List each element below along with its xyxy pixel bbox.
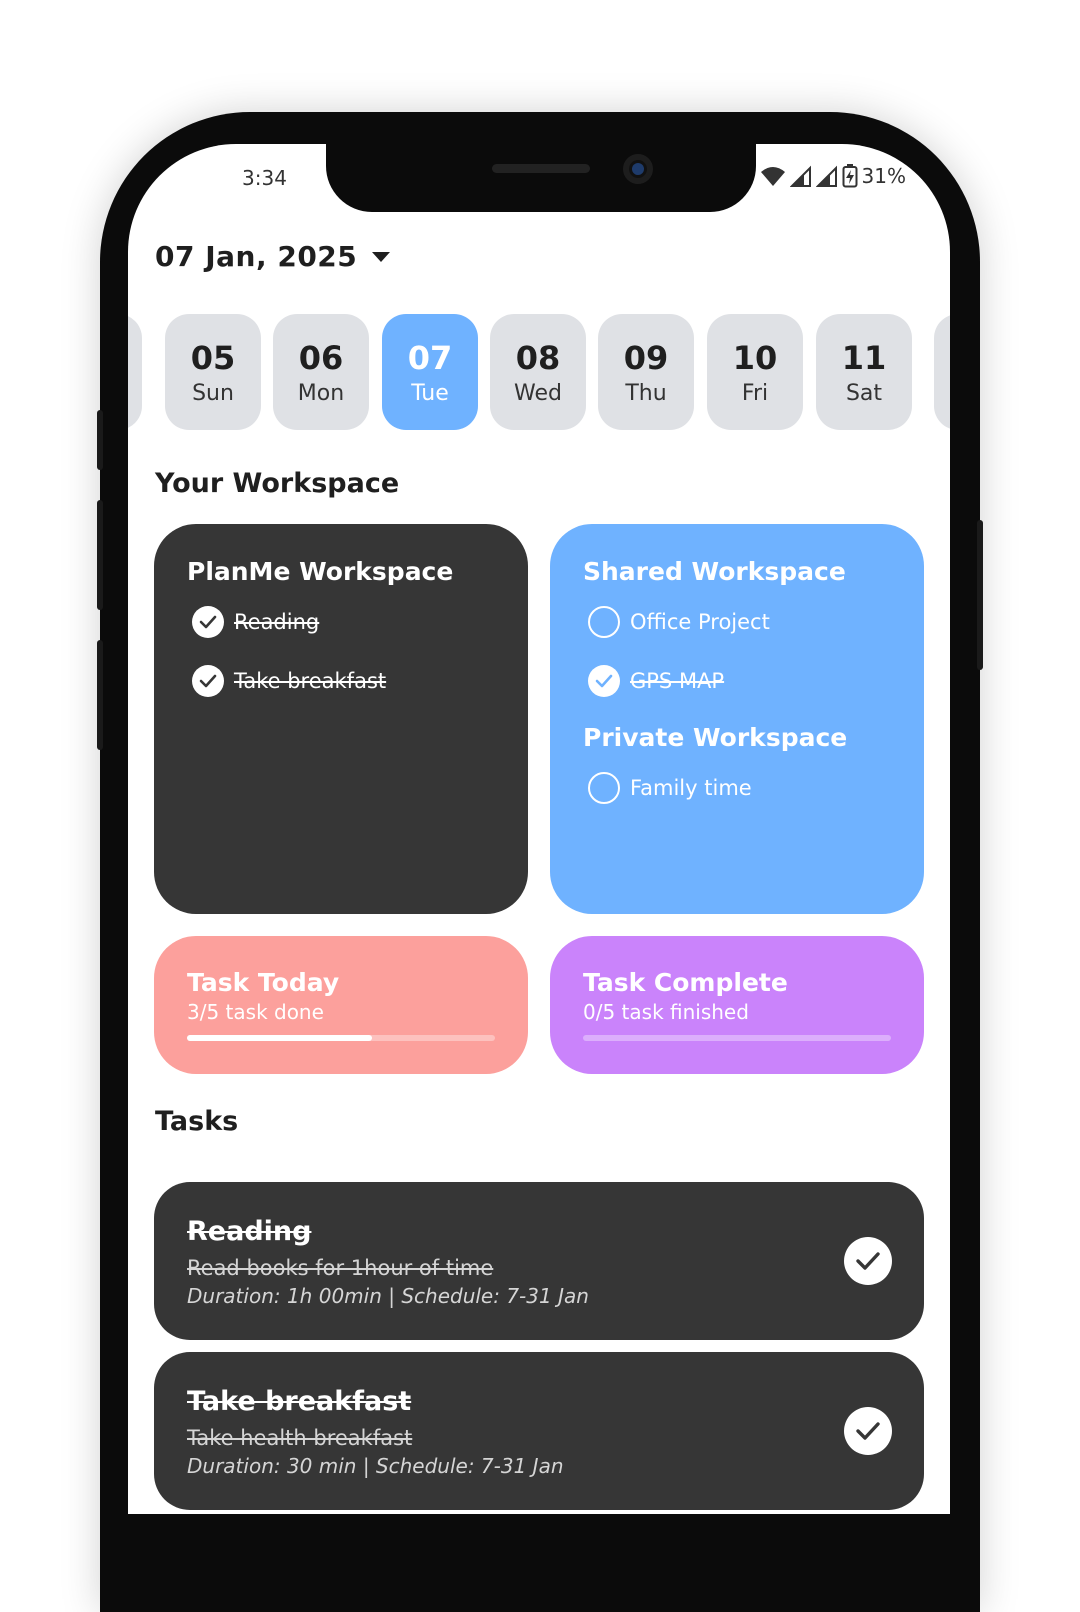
check-circle-icon[interactable] (844, 1407, 892, 1455)
stat-subtitle: 0/5 task finished (583, 1000, 749, 1024)
signal-icon (789, 165, 811, 187)
check-circle-icon[interactable] (192, 606, 224, 638)
day-name: Mon (297, 380, 345, 406)
progress-bar (187, 1035, 495, 1041)
phone-side-button (97, 500, 103, 610)
progress-fill (187, 1035, 372, 1041)
day-chip-partial[interactable] (128, 314, 142, 430)
progress-bar (583, 1035, 891, 1041)
screen: 3:34 31% 07 Jan, 2025 05 Sun 06 Mon 07 T… (128, 144, 950, 1514)
tasks-section-title: Tasks (155, 1106, 239, 1137)
battery-percent: 31% (861, 164, 906, 188)
day-number: 11 (841, 338, 887, 377)
phone-side-button (97, 410, 103, 470)
day-number: 07 (407, 338, 453, 377)
task-label: Office Project (630, 610, 770, 634)
day-chip[interactable]: 10 Fri (707, 314, 803, 430)
task-label: Reading (234, 610, 320, 634)
task-title: Reading (187, 1216, 312, 1247)
status-time: 3:34 (242, 166, 287, 190)
day-chip-partial[interactable] (934, 314, 950, 430)
task-meta: Duration: 30 min | Schedule: 7-31 Jan (187, 1454, 564, 1478)
workspace-task[interactable]: Take breakfast (192, 665, 386, 697)
phone-side-button (97, 640, 103, 750)
task-label: Family time (630, 776, 752, 800)
workspace-title: PlanMe Workspace (187, 557, 454, 586)
day-name: Wed (514, 380, 562, 406)
task-complete-card[interactable]: Task Complete 0/5 task finished (550, 936, 924, 1074)
workspace-task[interactable]: Office Project (588, 606, 770, 638)
day-chip[interactable]: 11 Sat (816, 314, 912, 430)
day-number: 05 (190, 338, 236, 377)
shared-workspace-card[interactable]: Shared Workspace Office Project GPS MAP … (550, 524, 924, 914)
task-description: Read books for 1hour of time (187, 1256, 494, 1280)
day-number: 08 (515, 338, 561, 377)
day-chip[interactable]: 08 Wed (490, 314, 586, 430)
workspace-title: Private Workspace (583, 723, 848, 752)
caret-down-icon (372, 251, 391, 262)
task-description: Take health breakfast (187, 1426, 413, 1450)
day-number: 09 (623, 338, 669, 377)
workspace-section-title: Your Workspace (155, 468, 400, 499)
signal-icon (815, 165, 837, 187)
task-card[interactable]: Reading Read books for 1hour of time Dur… (154, 1182, 924, 1340)
day-chip[interactable]: 09 Thu (598, 314, 694, 430)
task-label: Take breakfast (234, 669, 387, 693)
day-chip[interactable]: 06 Mon (273, 314, 369, 430)
phone-power-button (977, 520, 983, 670)
empty-circle-icon[interactable] (588, 772, 620, 804)
workspace-task[interactable]: GPS MAP (588, 665, 724, 697)
day-strip: 05 Sun 06 Mon 07 Tue 08 Wed 09 Thu 10 Fr… (128, 314, 950, 430)
stat-title: Task Today (187, 968, 340, 997)
check-circle-icon[interactable] (192, 665, 224, 697)
wifi-icon (760, 167, 785, 186)
task-title: Take breakfast (187, 1386, 412, 1417)
stat-subtitle: 3/5 task done (187, 1000, 324, 1024)
date-title: 07 Jan, 2025 (155, 240, 358, 273)
task-card[interactable]: Take breakfast Take health breakfast Dur… (154, 1352, 924, 1510)
front-camera (623, 154, 653, 184)
check-circle-icon[interactable] (588, 665, 620, 697)
check-circle-icon[interactable] (844, 1237, 892, 1285)
battery-charging-icon (842, 164, 858, 188)
camera-notch (326, 144, 756, 212)
day-number: 06 (298, 338, 344, 377)
status-icons: 31% (760, 164, 906, 188)
day-name: Sat (845, 380, 883, 406)
day-number: 10 (732, 338, 778, 377)
stat-title: Task Complete (583, 968, 788, 997)
day-chip[interactable]: 05 Sun (165, 314, 261, 430)
task-label: GPS MAP (630, 669, 725, 693)
day-name: Fri (741, 380, 769, 406)
day-name: Thu (625, 380, 667, 406)
date-picker-toggle[interactable]: 07 Jan, 2025 (155, 240, 391, 273)
planme-workspace-card[interactable]: PlanMe Workspace Reading Take breakfast (154, 524, 528, 914)
empty-circle-icon[interactable] (588, 606, 620, 638)
task-today-card[interactable]: Task Today 3/5 task done (154, 936, 528, 1074)
day-name: Sun (192, 380, 234, 406)
day-chip-selected[interactable]: 07 Tue (382, 314, 478, 430)
workspace-title: Shared Workspace (583, 557, 846, 586)
workspace-task[interactable]: Reading (192, 606, 319, 638)
day-name: Tue (411, 380, 449, 406)
task-meta: Duration: 1h 00min | Schedule: 7-31 Jan (187, 1284, 589, 1308)
speaker-grille (492, 164, 590, 173)
workspace-task[interactable]: Family time (588, 772, 752, 804)
